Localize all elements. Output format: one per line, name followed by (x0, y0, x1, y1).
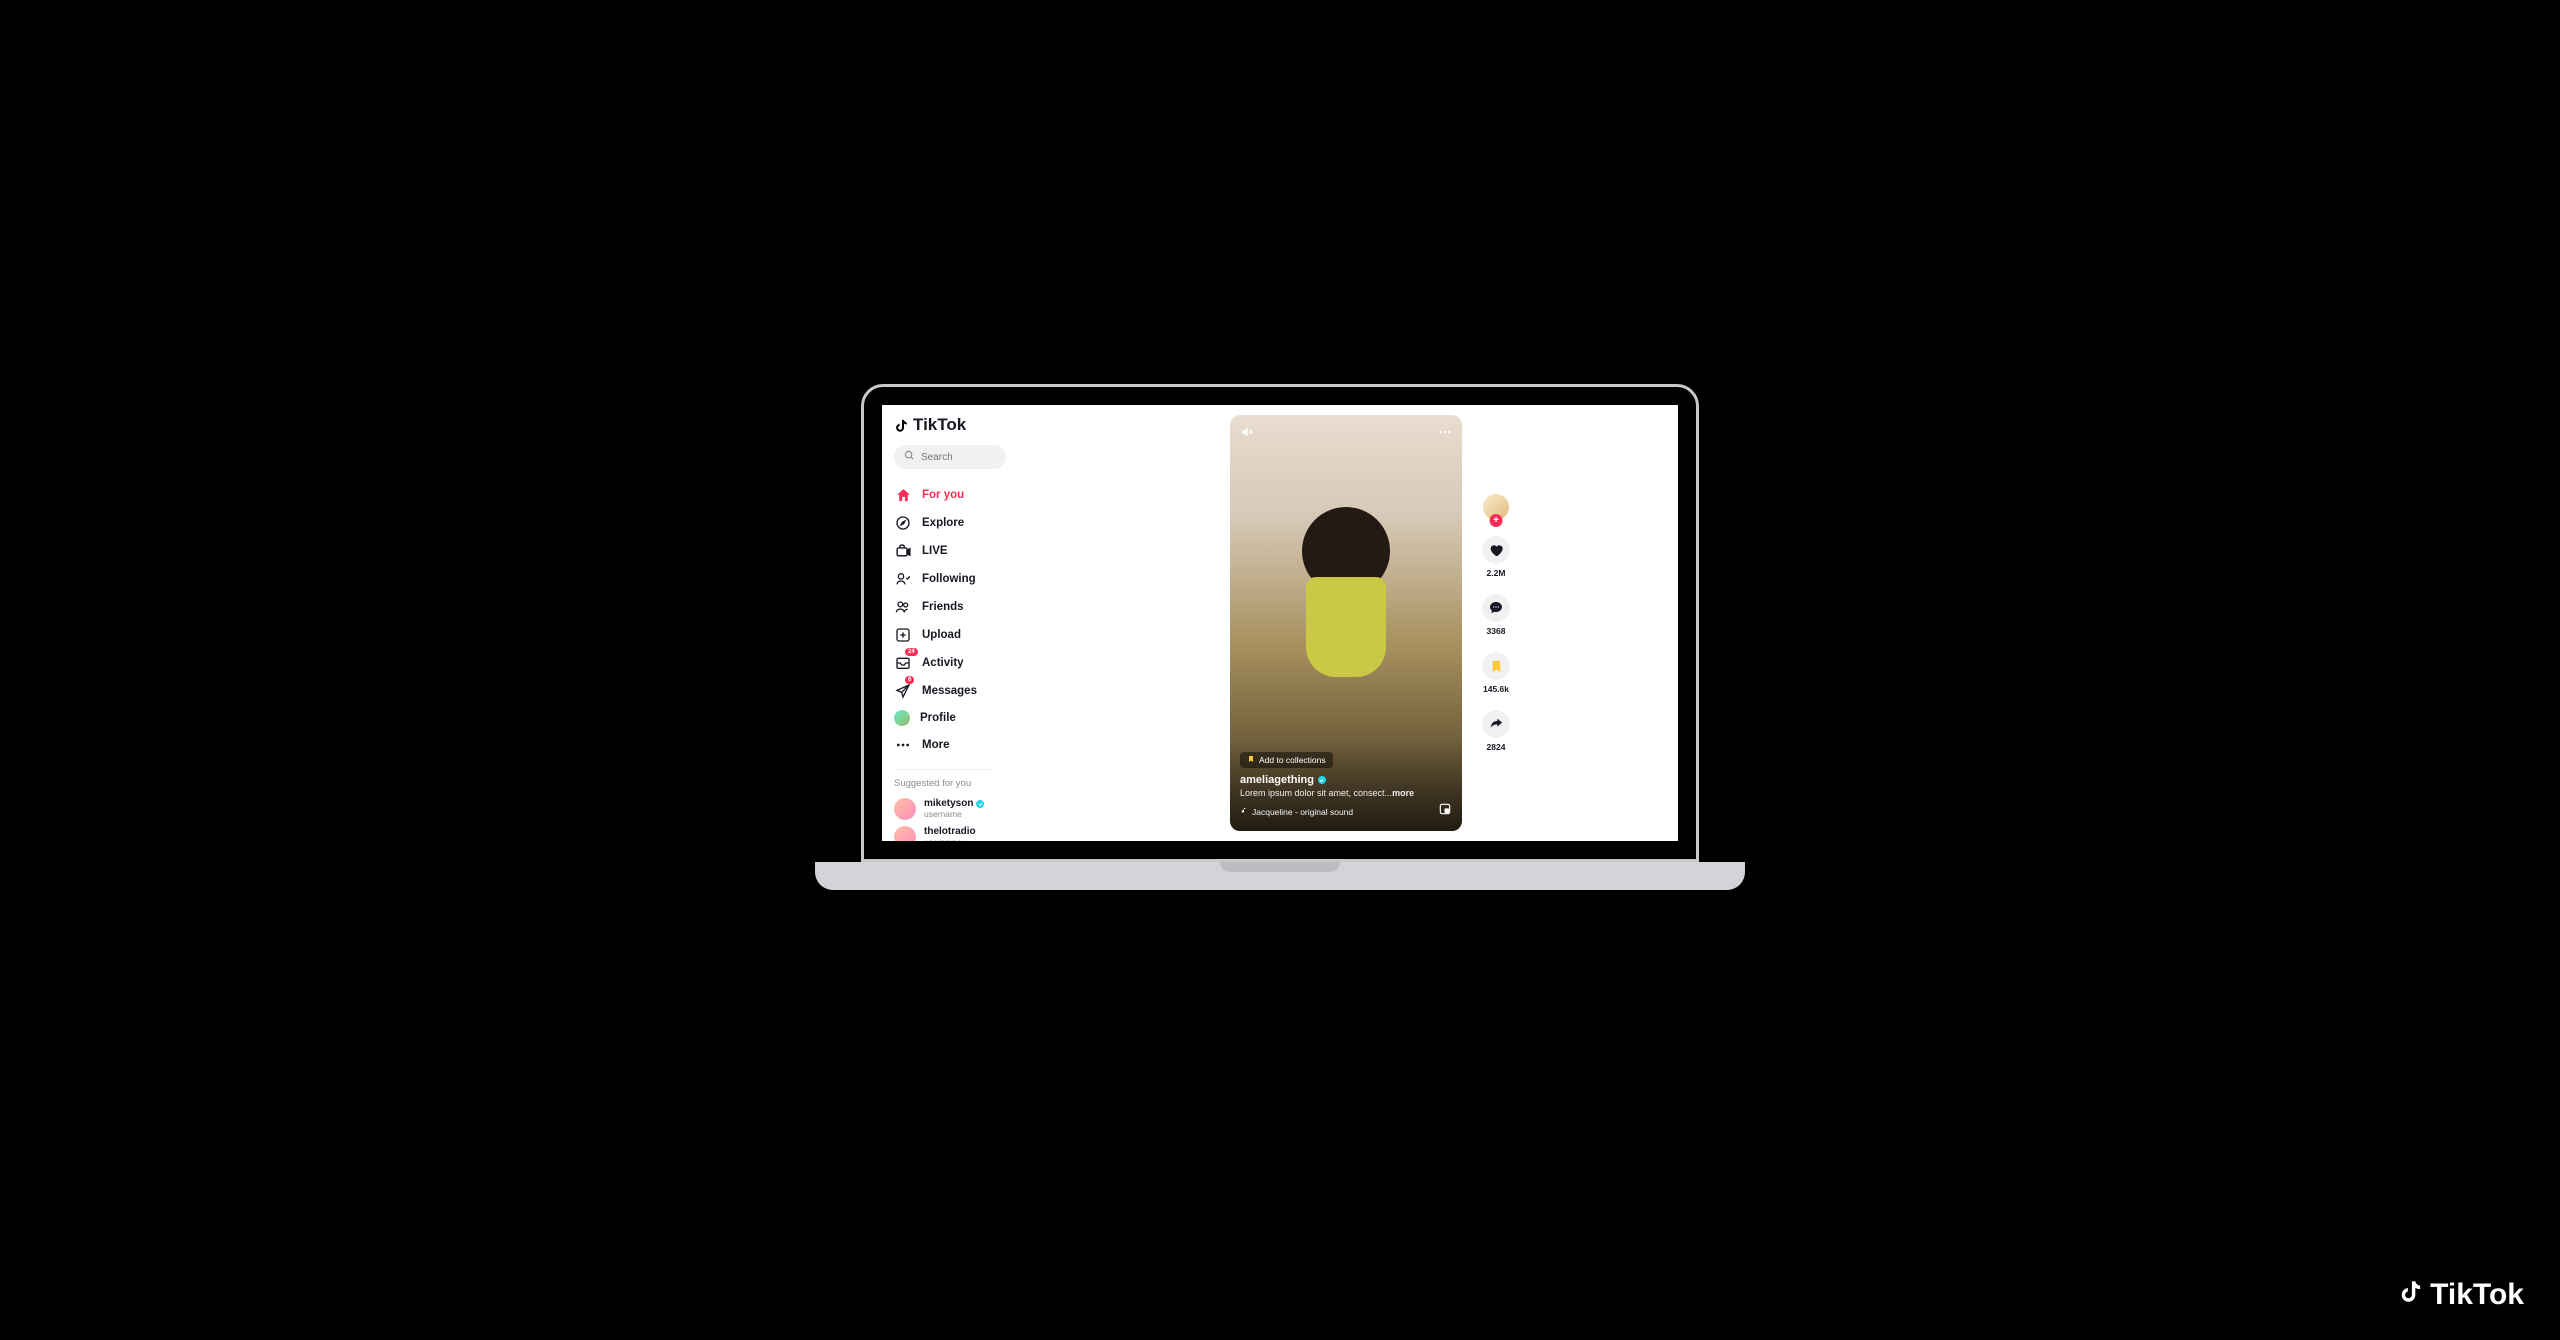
nav-messages[interactable]: 6 Messages (894, 677, 1052, 705)
follow-plus-icon[interactable]: + (1490, 514, 1503, 527)
search-icon (904, 450, 915, 464)
suggested-title: Suggested for you (894, 778, 1052, 789)
video-caption[interactable]: Lorem ipsum dolor sit amet, consect...mo… (1240, 788, 1452, 798)
search-input[interactable] (921, 452, 1001, 463)
action-rail: + 2.2M 3368 145.6k (1482, 494, 1510, 752)
add-collections-chip[interactable]: Add to collections (1240, 752, 1333, 768)
nav-label: Profile (920, 712, 956, 724)
laptop-base (815, 862, 1745, 890)
comment-button[interactable]: 3368 (1482, 594, 1510, 636)
bookmark-small-icon (1247, 755, 1255, 765)
verified-icon (1318, 776, 1326, 784)
activity-badge: 24 (905, 648, 918, 656)
feed: Add to collections ameliagething Lorem i… (1062, 405, 1678, 841)
laptop-notch (1220, 862, 1340, 872)
suggested-account[interactable]: miketyson username (894, 795, 1052, 823)
mute-icon[interactable] (1240, 425, 1254, 444)
nav-live[interactable]: LIVE (894, 537, 1052, 565)
users-icon (894, 598, 912, 616)
app-screen: TikTok For you Explore (882, 405, 1678, 841)
save-count: 145.6k (1483, 684, 1509, 694)
search-input-container[interactable] (894, 445, 1006, 469)
compass-icon (894, 514, 912, 532)
brand-logo[interactable]: TikTok (894, 415, 1052, 435)
suggested-sub: username (924, 810, 984, 820)
suggested-sub: username (924, 838, 976, 841)
nav-explore[interactable]: Explore (894, 509, 1052, 537)
nav-label: Upload (922, 629, 961, 641)
nav-activity[interactable]: 24 Activity (894, 649, 1052, 677)
floating-icon[interactable] (1438, 802, 1452, 821)
share-button[interactable]: 2824 (1482, 710, 1510, 752)
inbox-icon (894, 654, 912, 672)
suggested-account[interactable]: thelotradio username (894, 823, 1052, 841)
nav-for-you[interactable]: For you (894, 481, 1052, 509)
laptop-mockup: TikTok For you Explore (845, 384, 1715, 904)
save-button[interactable]: 145.6k (1482, 652, 1510, 694)
user-check-icon (894, 570, 912, 588)
plus-square-icon (894, 626, 912, 644)
nav-label: Activity (922, 657, 964, 669)
brand-text: TikTok (913, 415, 966, 435)
poster-username[interactable]: ameliagething (1240, 774, 1452, 786)
nav-label: Messages (922, 685, 977, 697)
messages-badge: 6 (905, 676, 914, 684)
chip-label: Add to collections (1259, 755, 1326, 765)
watermark-text: TikTok (2430, 1278, 2524, 1312)
send-icon (894, 682, 912, 700)
music-note-icon (1240, 807, 1248, 817)
video-content-placeholder (1271, 507, 1421, 717)
live-icon (894, 542, 912, 560)
video-player[interactable]: Add to collections ameliagething Lorem i… (1230, 415, 1462, 831)
poster-avatar-button[interactable]: + (1483, 494, 1509, 520)
like-button[interactable]: 2.2M (1482, 536, 1510, 578)
profile-avatar (894, 710, 910, 726)
nav-label: Friends (922, 601, 964, 613)
watermark-brand: TikTok (2398, 1276, 2524, 1314)
nav-label: LIVE (922, 545, 948, 557)
sidebar: TikTok For you Explore (882, 405, 1062, 841)
verified-icon (976, 800, 984, 808)
screen-bezel: TikTok For you Explore (861, 384, 1699, 862)
avatar (894, 826, 916, 841)
more-icon (894, 736, 912, 754)
like-count: 2.2M (1487, 568, 1506, 578)
laptop-frame: TikTok For you Explore (845, 384, 1715, 904)
comment-count: 3368 (1487, 626, 1506, 636)
video-overlay: Add to collections ameliagething Lorem i… (1230, 740, 1462, 831)
nav-label: Following (922, 573, 976, 585)
divider (894, 769, 994, 770)
nav-label: For you (922, 489, 964, 501)
nav-label: Explore (922, 517, 964, 529)
nav-upload[interactable]: Upload (894, 621, 1052, 649)
nav-label: More (922, 739, 949, 751)
share-count: 2824 (1487, 742, 1506, 752)
home-icon (894, 486, 912, 504)
video-more-icon[interactable] (1438, 425, 1452, 444)
avatar (894, 798, 916, 820)
nav-more[interactable]: More (894, 731, 1052, 759)
nav-profile[interactable]: Profile (894, 705, 1052, 731)
nav-friends[interactable]: Friends (894, 593, 1052, 621)
tiktok-note-icon (894, 417, 909, 434)
tiktok-note-icon (2398, 1276, 2424, 1314)
nav-following[interactable]: Following (894, 565, 1052, 593)
sound-link[interactable]: Jacqueline - original sound (1240, 807, 1353, 817)
